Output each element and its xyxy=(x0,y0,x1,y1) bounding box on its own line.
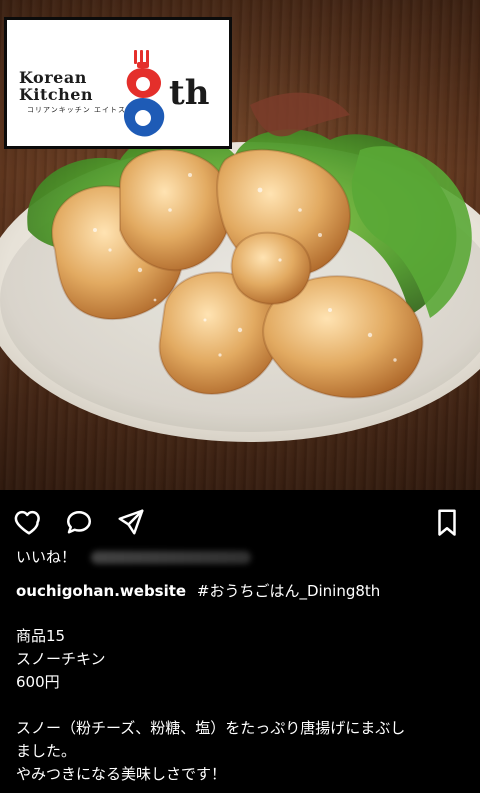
blurred-username xyxy=(90,551,251,564)
lettuce-red-edge xyxy=(250,92,350,137)
caption-line-2: スノーチキン xyxy=(16,650,106,668)
share-button[interactable] xyxy=(114,505,148,539)
save-button[interactable] xyxy=(430,505,464,539)
post-hashtag[interactable]: #おうちごはん_Dining8th xyxy=(197,582,380,600)
caption-line-6: やみつきになる美味しさです！ xyxy=(16,765,227,783)
logo-th-text: th xyxy=(169,73,210,113)
logo-8-mark xyxy=(123,50,165,137)
post-photo[interactable]: Korean Kitchen コリアンキッチン エイトス th xyxy=(0,0,480,490)
caption-line-4: スノー（粉チーズ、粉糖、塩）をたっぷり唐揚げにまぶし xyxy=(16,719,406,737)
likes-line: いいね！ xyxy=(16,547,251,567)
caption-line-5: ました。 xyxy=(16,742,77,760)
like-button[interactable] xyxy=(12,505,46,539)
caption-gap xyxy=(16,694,471,717)
caption-line-3: 600円 xyxy=(16,673,60,691)
post-action-bar xyxy=(0,490,480,550)
bookmark-icon xyxy=(438,509,456,536)
comment-button[interactable] xyxy=(62,505,96,539)
caption-line-1: 商品15 xyxy=(16,627,66,645)
logo-kitchen-text: Kitchen xyxy=(19,85,94,104)
heart-icon xyxy=(14,510,40,535)
restaurant-logo: Korean Kitchen コリアンキッチン エイトス th xyxy=(4,17,232,149)
post-username[interactable]: ouchigohan.website xyxy=(16,582,186,600)
likes-prefix: いいね！ xyxy=(16,548,77,566)
paper-plane-icon xyxy=(118,509,144,535)
caption-body: 商品15 スノーチキン 600円 スノー（粉チーズ、粉糖、塩）をたっぷり唐揚げに… xyxy=(16,625,471,786)
comment-icon xyxy=(67,511,91,534)
caption-header: ouchigohan.website #おうちごはん_Dining8th xyxy=(16,579,380,603)
logo-katakana-text: コリアンキッチン エイトス xyxy=(27,106,126,114)
